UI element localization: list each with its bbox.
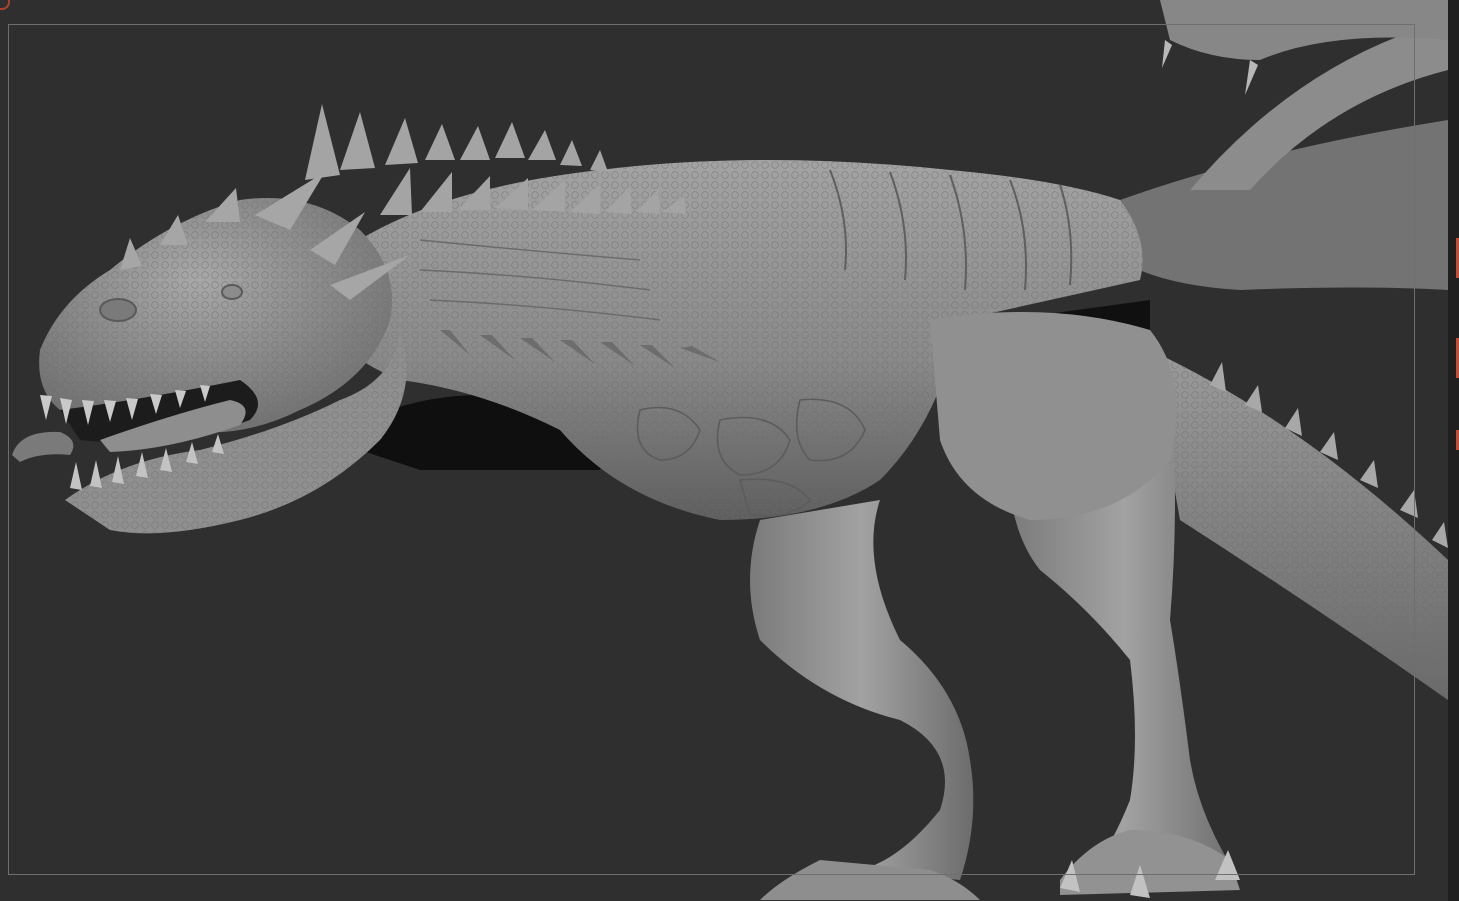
left-leg	[750, 500, 974, 880]
nostril	[99, 298, 137, 322]
tail-scale-texture	[1150, 350, 1448, 700]
eye	[221, 284, 243, 300]
right-side-panel-edge[interactable]	[1448, 0, 1459, 901]
3d-viewport[interactable]	[0, 0, 1459, 901]
tongue-tip	[12, 431, 74, 462]
sculpted-creature-model[interactable]	[0, 0, 1448, 901]
